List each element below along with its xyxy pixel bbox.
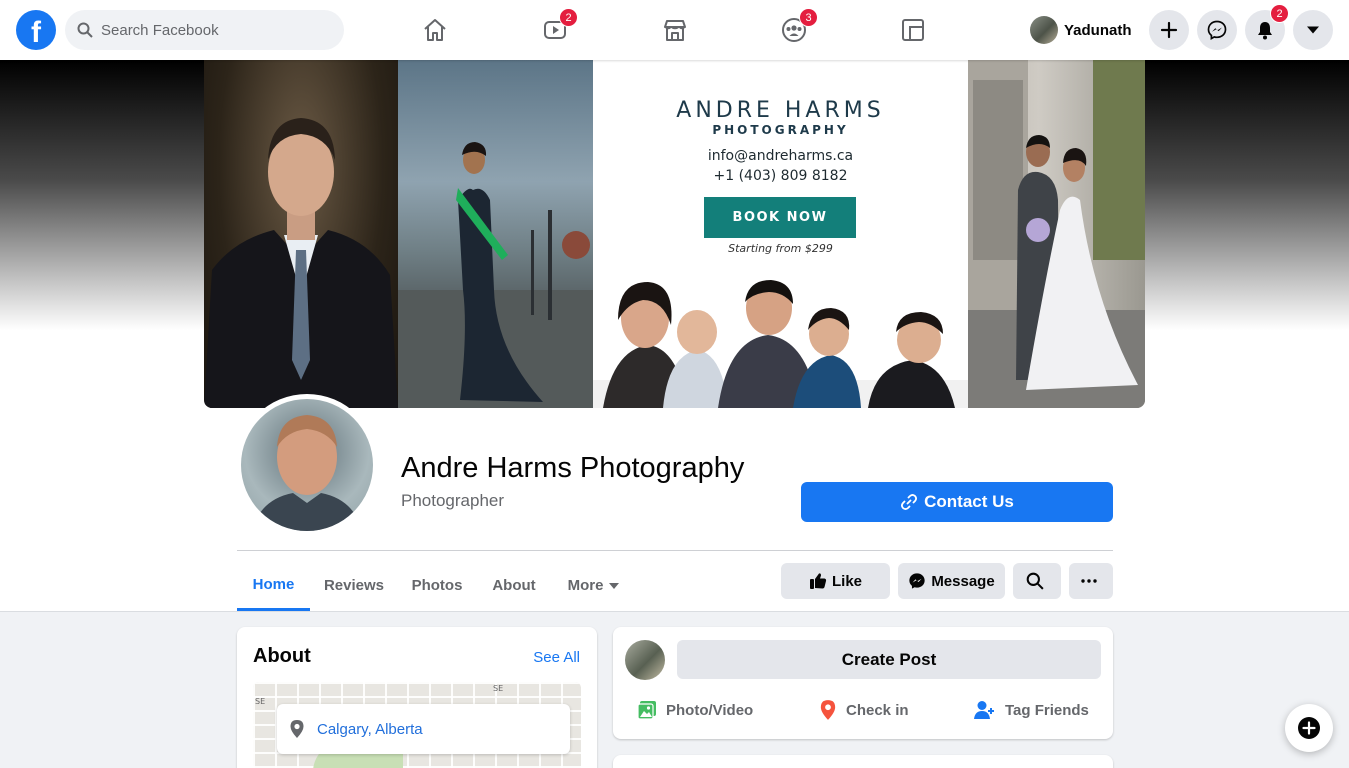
facebook-logo[interactable]: f: [16, 10, 56, 50]
message-button[interactable]: Message: [898, 563, 1005, 599]
user-avatar[interactable]: [625, 640, 665, 680]
check-in-button[interactable]: Check in: [819, 697, 909, 723]
page-category[interactable]: Photographer: [401, 491, 504, 511]
profile-photo: [241, 399, 373, 531]
cover-wedding-photo: [968, 60, 1145, 408]
search-input[interactable]: [101, 21, 331, 39]
notifications-button[interactable]: 2: [1245, 4, 1289, 50]
like-button[interactable]: Like: [781, 563, 890, 599]
new-message-button[interactable]: [1285, 704, 1333, 752]
thumbs-up-icon: [809, 573, 827, 589]
cover-brand-panel: ANDRE HARMS PHOTOGRAPHY info@andreharms.…: [593, 60, 968, 408]
tab-reviews-label: Reviews: [323, 577, 385, 594]
search-box[interactable]: [65, 10, 344, 50]
brand-name: ANDRE HARMS: [676, 98, 885, 123]
location-pin-icon: [290, 720, 304, 738]
nav-groups[interactable]: 3: [774, 8, 818, 50]
book-now-button: BOOK NOW: [704, 197, 856, 238]
header-divider: [237, 550, 1113, 551]
gaming-icon: [902, 19, 924, 41]
notifications-badge: 2: [1270, 4, 1289, 23]
account-menu-button[interactable]: [1293, 10, 1333, 50]
user-avatar: [1030, 16, 1058, 44]
tab-more[interactable]: More: [556, 560, 632, 611]
contact-us-button[interactable]: Contact Us: [801, 482, 1113, 522]
page-profile-picture[interactable]: [236, 394, 378, 536]
messenger-icon: [1207, 20, 1227, 40]
brand-phone: +1 (403) 809 8182: [713, 168, 848, 184]
check-in-label: Check in: [846, 701, 909, 719]
location-text: Calgary, Alberta: [317, 720, 423, 738]
create-button[interactable]: [1149, 10, 1189, 50]
tab-about[interactable]: About: [482, 560, 546, 611]
photo-icon: [637, 701, 656, 720]
like-label: Like: [831, 572, 862, 590]
tab-photos[interactable]: Photos: [402, 560, 472, 611]
create-post-button[interactable]: Create Post: [677, 640, 1101, 679]
user-name: Yadunath: [1064, 21, 1132, 39]
page-search-button[interactable]: [1013, 563, 1061, 599]
tab-more-label: More: [567, 577, 604, 594]
map-quadrant-label: SE: [493, 684, 504, 693]
location-label[interactable]: Calgary, Alberta: [277, 704, 570, 754]
marketplace-icon: [664, 20, 686, 41]
top-bar: f 2 3 Yadunath 2: [0, 0, 1349, 60]
link-icon: [901, 494, 918, 510]
groups-badge: 3: [799, 8, 818, 27]
nav-gaming[interactable]: [893, 10, 933, 50]
more-options-button[interactable]: [1069, 563, 1113, 599]
search-icon: [1026, 572, 1044, 590]
message-label: Message: [931, 572, 995, 590]
feed-post-card: [613, 755, 1113, 768]
caret-down-icon: [609, 582, 620, 589]
starting-price: Starting from $299: [728, 242, 833, 255]
create-post-card: Create Post Photo/Video Check in Tag Fri…: [613, 627, 1113, 739]
ellipsis-icon: [1080, 579, 1097, 583]
plus-icon: [1160, 21, 1178, 39]
tag-friends-icon: [974, 701, 994, 719]
brand-email: info@andreharms.ca: [707, 148, 854, 164]
photo-video-label: Photo/Video: [666, 701, 754, 719]
location-pin-icon: [820, 700, 836, 720]
page-title: Andre Harms Photography: [401, 452, 745, 484]
location-map[interactable]: SE SE Calgary, Alberta: [253, 682, 581, 768]
tag-friends-button[interactable]: Tag Friends: [974, 697, 1089, 723]
compose-plus-icon: [1298, 717, 1320, 739]
nav-home[interactable]: [415, 10, 455, 50]
caret-down-icon: [1307, 26, 1319, 34]
about-card: About See All SE SE Calgary, Alberta: [237, 627, 597, 768]
map-quadrant-label: SE: [255, 697, 266, 706]
profile-shortcut[interactable]: Yadunath: [1027, 12, 1140, 48]
nav-marketplace[interactable]: [655, 10, 695, 50]
see-all-link[interactable]: See All: [533, 649, 580, 666]
tab-home-label: Home: [252, 575, 295, 593]
contact-us-label: Contact Us: [924, 492, 1014, 511]
tag-friends-label: Tag Friends: [1005, 701, 1089, 719]
bell-icon: [1258, 22, 1272, 40]
cover-portrait-photo: [204, 60, 398, 408]
messenger-icon: [909, 573, 925, 589]
brand-subtitle: PHOTOGRAPHY: [712, 123, 849, 137]
home-icon: [424, 19, 446, 41]
about-title: About: [253, 645, 311, 667]
messenger-button[interactable]: [1197, 10, 1237, 50]
search-icon: [77, 22, 93, 38]
tab-reviews[interactable]: Reviews: [316, 560, 392, 611]
nav-watch[interactable]: 2: [535, 8, 578, 50]
cover-photo[interactable]: ANDRE HARMS PHOTOGRAPHY info@andreharms.…: [204, 60, 1145, 408]
tab-home[interactable]: Home: [237, 560, 310, 611]
watch-badge: 2: [559, 8, 578, 27]
family-photo: [593, 280, 968, 408]
header-bottom-border: [0, 611, 1349, 612]
tab-photos-label: Photos: [411, 577, 463, 594]
cover-gown-photo: [398, 60, 593, 408]
tab-about-label: About: [492, 577, 536, 594]
photo-video-button[interactable]: Photo/Video: [637, 697, 753, 723]
